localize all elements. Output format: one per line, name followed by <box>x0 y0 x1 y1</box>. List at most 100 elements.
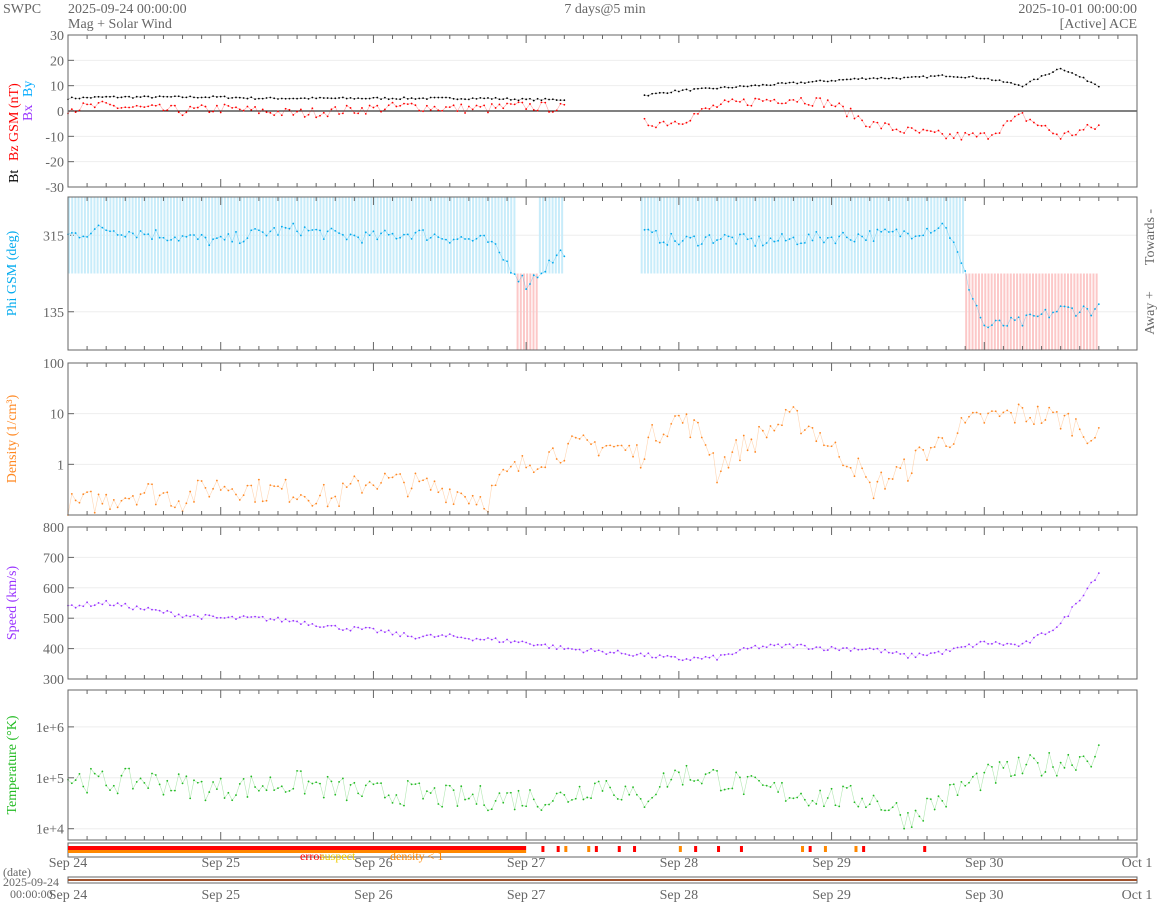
panel-phi: 315 135 Phi GSM (deg) Towards - Away + <box>5 196 1158 351</box>
y-tick-label: 1 <box>57 458 64 473</box>
towards-band <box>666 197 669 274</box>
towards-band <box>160 197 163 274</box>
towards-band <box>650 197 653 274</box>
x-tick-label: Sep 29 <box>812 856 851 871</box>
towards-band <box>271 197 274 274</box>
towards-band <box>93 197 96 274</box>
towards-band <box>885 197 888 274</box>
away-band <box>1082 273 1085 350</box>
quality-mark <box>694 846 698 852</box>
y-tick-label: 100 <box>43 357 64 372</box>
x-tick-label: Oct 1 <box>1122 888 1153 903</box>
away-band <box>997 273 1000 350</box>
towards-band <box>74 197 77 274</box>
y-tick-label: 10 <box>50 408 64 423</box>
plot-frame <box>67 526 1138 680</box>
towards-band <box>316 197 319 274</box>
ylabel-part: Bz GSM (nT) <box>7 83 22 161</box>
towards-band <box>796 197 799 274</box>
towards-band <box>790 197 793 274</box>
towards-band <box>815 197 818 274</box>
towards-band <box>831 197 834 274</box>
towards-band <box>745 197 748 274</box>
towards-band <box>338 197 341 274</box>
towards-band <box>449 197 452 274</box>
phi-ylabel: Phi GSM (deg) <box>5 230 20 316</box>
towards-band <box>949 197 952 274</box>
towards-band <box>863 197 866 274</box>
panel-speed: 800 700 600 500 400 300 Speed (km/s) <box>5 521 1138 688</box>
towards-band <box>850 197 853 274</box>
towards-band <box>942 197 945 274</box>
away-band <box>1003 273 1006 350</box>
away-band <box>1035 273 1038 350</box>
towards-band <box>274 197 277 274</box>
y-tick-label: 20 <box>50 54 64 69</box>
towards-band <box>223 197 226 274</box>
y-tick-label: 800 <box>43 521 64 536</box>
towards-band <box>176 197 179 274</box>
towards-band <box>437 197 440 274</box>
towards-band <box>214 197 217 274</box>
towards-band <box>752 197 755 274</box>
span-label: 7 days@5 min <box>564 2 645 17</box>
towards-band <box>812 197 815 274</box>
towards-band <box>510 197 513 274</box>
quality-mark <box>587 846 591 852</box>
y-tick-label: 400 <box>43 643 64 658</box>
towards-band <box>691 197 694 274</box>
quality-mark <box>633 846 637 852</box>
towards-band <box>876 197 879 274</box>
away-band <box>1009 273 1012 350</box>
away-band <box>1086 273 1089 350</box>
x-tick-label: Sep 27 <box>507 888 546 903</box>
towards-band <box>322 197 325 274</box>
quality-mark <box>823 846 827 852</box>
quality-mark <box>862 846 866 852</box>
towards-band <box>141 197 144 274</box>
temperature-line <box>67 745 1100 830</box>
speed-line <box>67 572 1100 661</box>
x-tick-label: Sep 28 <box>660 856 699 871</box>
towards-band <box>503 197 506 274</box>
towards-band <box>825 197 828 274</box>
towards-band <box>414 197 417 274</box>
towards-band <box>398 197 401 274</box>
towards-band <box>713 197 716 274</box>
time-value: 00:00:00 <box>10 887 53 901</box>
towards-band <box>554 197 557 274</box>
towards-band <box>386 197 389 274</box>
towards-band <box>440 197 443 274</box>
towards-band <box>930 197 933 274</box>
towards-band <box>774 197 777 274</box>
y-tick-label: 300 <box>43 673 64 688</box>
away-band <box>965 273 968 350</box>
towards-band <box>818 197 821 274</box>
towards-band <box>828 197 831 274</box>
subtitle: Mag + Solar Wind <box>68 17 172 32</box>
quality-mark <box>556 846 560 852</box>
towards-band <box>872 197 875 274</box>
towards-band <box>150 197 153 274</box>
away-band <box>1032 273 1035 350</box>
towards-band <box>332 197 335 274</box>
x-tick-label: Sep 25 <box>201 856 240 871</box>
y-tick-label: 1e+6 <box>36 721 64 736</box>
towards-band <box>309 197 312 274</box>
towards-band <box>936 197 939 274</box>
towards-band <box>169 197 172 274</box>
towards-band <box>538 197 541 274</box>
x-tick-label: Sep 24 <box>49 856 88 871</box>
quality-error-bar <box>68 846 527 850</box>
towards-band <box>163 197 166 274</box>
x-tick-label: Sep 24 <box>49 888 88 903</box>
bt-line <box>67 68 1099 101</box>
y-tick-label: 0 <box>57 105 64 120</box>
towards-band <box>421 197 424 274</box>
towards-band <box>262 197 265 274</box>
chart-svg: SWPC 2025-09-24 00:00:00 Mag + Solar Win… <box>3 2 1158 903</box>
towards-band <box>732 197 735 274</box>
x-tick-label: Sep 27 <box>507 856 546 871</box>
towards-band <box>787 197 790 274</box>
density-line <box>67 403 1100 516</box>
